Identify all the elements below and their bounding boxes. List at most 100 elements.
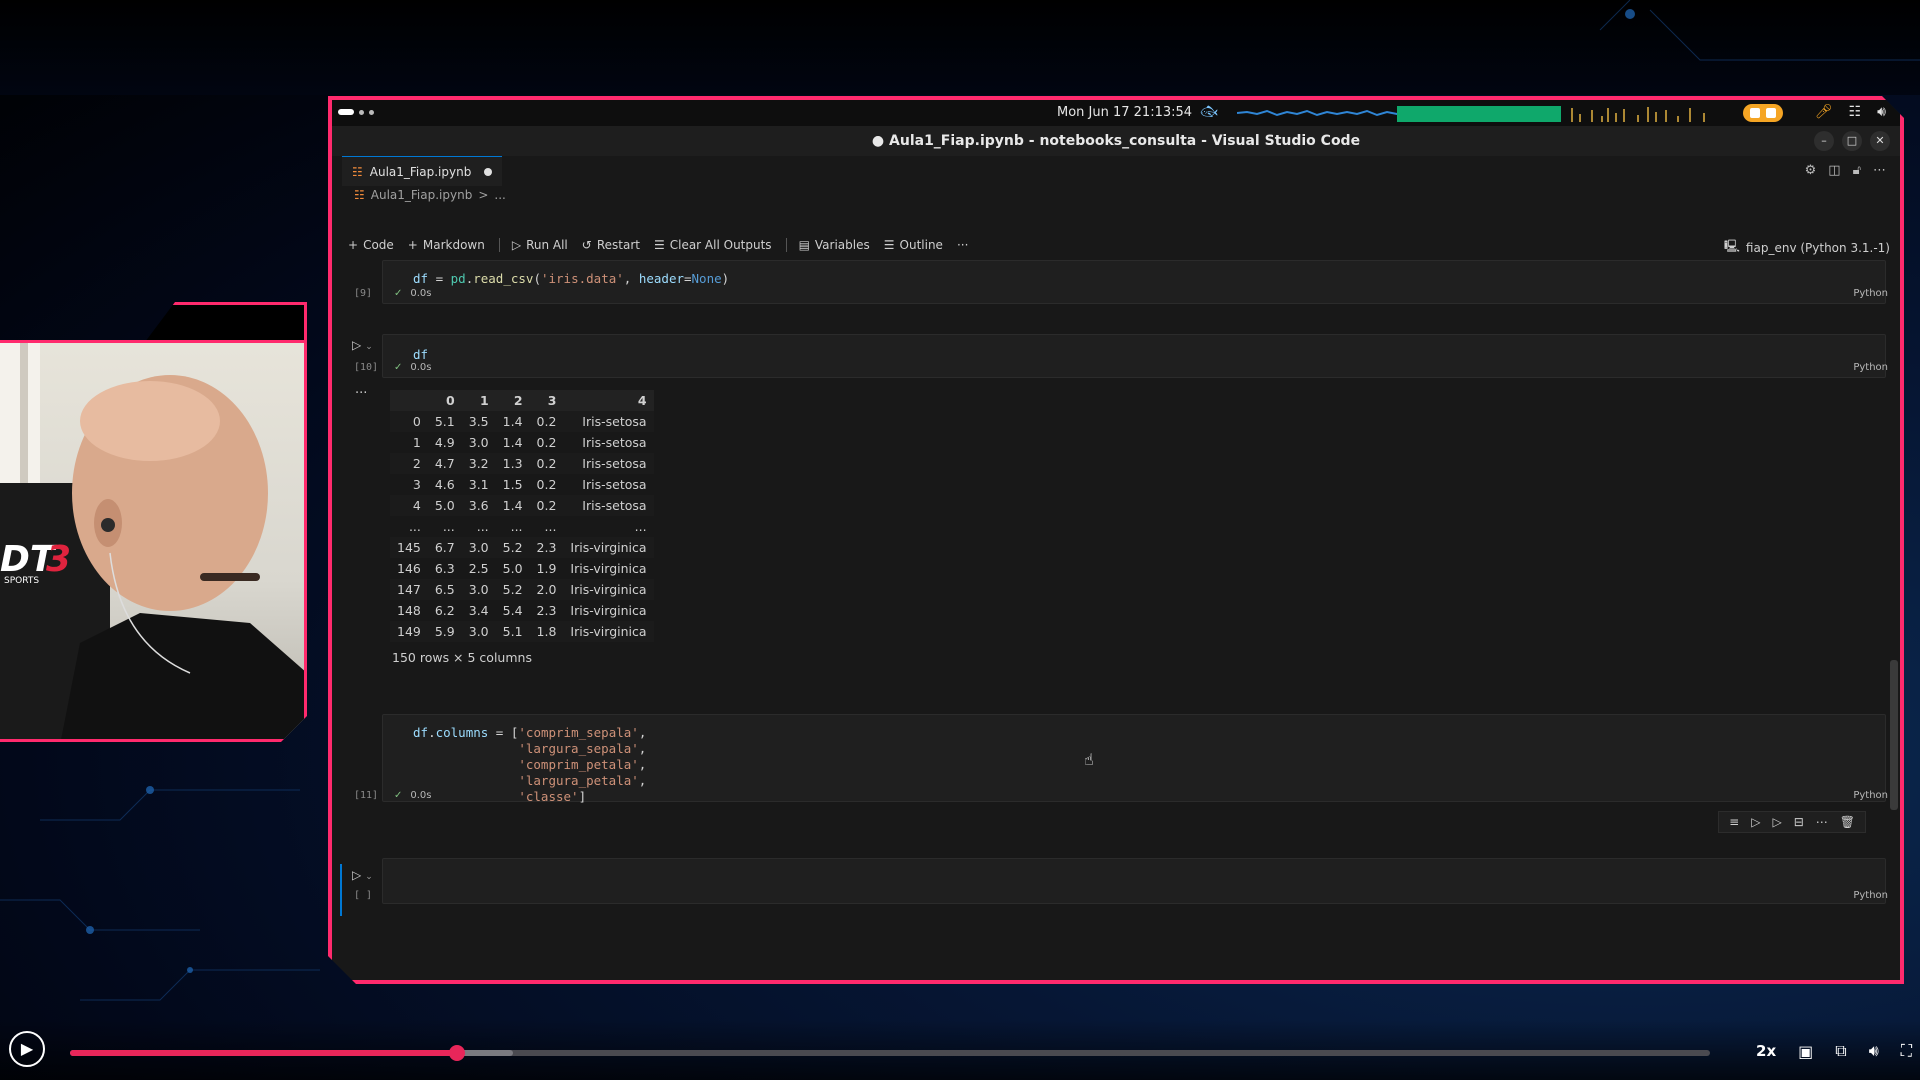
- table-cell: Iris-virginica: [563, 621, 653, 642]
- delete-cell-icon[interactable]: 🗑︎: [1840, 815, 1855, 829]
- row-index: 147: [390, 579, 428, 600]
- cell-language[interactable]: Python: [1853, 288, 1888, 299]
- speed-button[interactable]: 2x: [1756, 1042, 1776, 1060]
- captions-icon[interactable]: ▣: [1798, 1042, 1813, 1061]
- table-cell: 3.5: [462, 411, 496, 432]
- add-markdown-cell-button[interactable]: + Markdown: [408, 238, 485, 252]
- fullscreen-icon[interactable]: ⛶: [1901, 1041, 1912, 1061]
- kernel-picker[interactable]: 🖳︎ fiap_env (Python 3.1.-1): [1724, 237, 1890, 258]
- mic-icon[interactable]: 🎤︎: [1815, 104, 1833, 120]
- code-cell-11[interactable]: df.columns = ['comprim_sepala', 'largura…: [382, 714, 1886, 802]
- execution-count: [ ]: [354, 890, 373, 901]
- execute-above-icon[interactable]: ▷: [1751, 815, 1760, 829]
- breadcrumb-more[interactable]: ...: [494, 188, 505, 202]
- outline-button[interactable]: ☰ Outline: [884, 238, 943, 252]
- more-cell-actions-icon[interactable]: ⋯: [1816, 815, 1828, 829]
- code-cell-10[interactable]: df: [382, 334, 1886, 378]
- run-cell-button[interactable]: ▷ ⌄: [352, 338, 373, 352]
- split-editor-icon[interactable]: ◫: [1828, 163, 1840, 178]
- play-button[interactable]: ▶: [9, 1031, 45, 1067]
- cell-duration: 0.0s: [410, 362, 432, 373]
- gear-icon[interactable]: ⚙: [1805, 163, 1817, 178]
- execute-below-icon[interactable]: ▷: [1772, 815, 1781, 829]
- cell-9-code[interactable]: df = pd.read_csv('iris.data', header=Non…: [413, 271, 729, 287]
- run-by-line-icon[interactable]: ≡: [1729, 815, 1739, 829]
- close-icon[interactable]: ✕: [1870, 131, 1890, 151]
- run-cell-button[interactable]: ▷ ⌄: [352, 868, 373, 882]
- table-cell: 0.2: [536, 435, 557, 450]
- add-code-cell-button[interactable]: + Code: [348, 238, 394, 252]
- cell-language[interactable]: Python: [1853, 790, 1888, 801]
- cell-language[interactable]: Python: [1853, 890, 1888, 901]
- table-cell: Iris-setosa: [563, 495, 653, 516]
- cell-duration: 0.0s: [410, 790, 432, 801]
- picture-in-picture-icon[interactable]: ⧉: [1835, 1041, 1846, 1061]
- workspace-indicator[interactable]: [338, 109, 374, 115]
- split-cell-icon[interactable]: ⊟: [1794, 815, 1804, 829]
- dataframe-column-header: [390, 390, 428, 411]
- execution-count: [11]: [354, 790, 379, 801]
- maximize-icon[interactable]: □: [1842, 131, 1862, 151]
- run-all-button[interactable]: ▷ Run All: [512, 238, 568, 252]
- webcam-person-image: DT 3 SPORTS: [0, 343, 307, 742]
- editor-tab-bar: ☷ Aula1_Fiap.ipynb ⚙ ◫ 🔓︎ ⋯: [332, 156, 1900, 186]
- dataframe-column-header: 4: [637, 393, 647, 408]
- dataframe-column-header: 2: [513, 393, 523, 408]
- variables-icon: ▤: [798, 238, 810, 252]
- table-cell: Iris-setosa: [582, 477, 647, 492]
- empty-code-cell[interactable]: [382, 858, 1886, 904]
- editor-scrollbar[interactable]: [1890, 660, 1898, 810]
- fish-icon[interactable]: 🐟︎: [1200, 104, 1218, 120]
- table-cell: 3.0: [462, 579, 496, 600]
- row-index: 146: [397, 561, 421, 576]
- cell-language[interactable]: Python: [1853, 362, 1888, 373]
- table-cell: 5.1: [496, 621, 530, 642]
- restart-button[interactable]: ↺ Restart: [582, 238, 640, 252]
- tab-aula1-fiap[interactable]: ☷ Aula1_Fiap.ipynb: [342, 156, 502, 186]
- table-cell: 1.4: [502, 435, 523, 450]
- table-cell: ...: [544, 519, 557, 534]
- progress-thumb[interactable]: [449, 1045, 466, 1061]
- breadcrumb-separator: >: [478, 188, 489, 202]
- table-cell: ...: [634, 519, 647, 534]
- restart-icon: ↺: [581, 238, 592, 252]
- network-icon[interactable]: ☷: [1849, 104, 1862, 120]
- variables-button[interactable]: ▤ Variables: [799, 238, 870, 252]
- table-cell: 6.7: [428, 537, 462, 558]
- modified-dot-icon[interactable]: [484, 168, 492, 176]
- table-cell: ...: [510, 519, 523, 534]
- table-cell: Iris-virginica: [570, 603, 647, 618]
- table-cell: 3.1: [468, 477, 489, 492]
- cell-toolbar: ≡ ▷ ▷ ⊟ ⋯ 🗑︎: [1718, 811, 1866, 833]
- table-cell: 4.6: [434, 477, 455, 492]
- table-cell: 2.3: [530, 537, 564, 558]
- cell-status: ✓ 0.0s: [394, 288, 432, 299]
- window-title: Aula1_Fiap.ipynb - notebooks_consulta - …: [889, 133, 1361, 149]
- editor-actions: ⚙ ◫ 🔓︎ ⋯: [1805, 163, 1886, 178]
- progress-bar[interactable]: [70, 1045, 1710, 1061]
- dataframe-column-header: 3: [547, 393, 557, 408]
- restart-label: Restart: [596, 238, 640, 252]
- breadcrumb-file[interactable]: Aula1_Fiap.ipynb: [371, 188, 473, 202]
- cell-10-code[interactable]: df: [413, 347, 428, 363]
- outline-icon: ☰: [883, 238, 895, 252]
- dataframe-shape: 150 rows × 5 columns: [392, 650, 532, 665]
- cell-11-code[interactable]: df.columns = ['comprim_sepala', 'largura…: [413, 725, 646, 805]
- output-more-button[interactable]: ···: [355, 386, 367, 401]
- volume-icon[interactable]: 🔊︎: [1869, 1041, 1879, 1061]
- lock-icon[interactable]: 🔓︎: [1853, 163, 1861, 178]
- minimize-icon[interactable]: –: [1814, 131, 1834, 151]
- toolbar-more-button[interactable]: ···: [957, 238, 968, 252]
- more-actions-icon[interactable]: ⋯: [1873, 163, 1886, 178]
- screen-record-indicator[interactable]: [1743, 104, 1783, 122]
- volume-icon[interactable]: 🔊︎: [1877, 104, 1886, 120]
- table-row: 1 4.9 3.0 1.4 0.2 Iris-setosa: [390, 432, 654, 453]
- dataframe-body: 0 5.1 3.5 1.4 0.2 Iris-setosa 1 4.9 3.0 1.4 0.2 Iri…: [390, 411, 654, 642]
- code-cell-9[interactable]: df = pd.read_csv('iris.data', header=Non…: [382, 260, 1886, 304]
- tab-label: Aula1_Fiap.ipynb: [369, 164, 472, 179]
- clear-all-outputs-button[interactable]: ☰ Clear All Outputs: [654, 238, 772, 252]
- execution-count: [9]: [354, 288, 373, 299]
- system-clock[interactable]: Mon Jun 17 21:13:54: [1057, 105, 1192, 120]
- table-cell: 3.0: [462, 621, 496, 642]
- kernel-label: fiap_env (Python 3.1.-1): [1745, 240, 1890, 255]
